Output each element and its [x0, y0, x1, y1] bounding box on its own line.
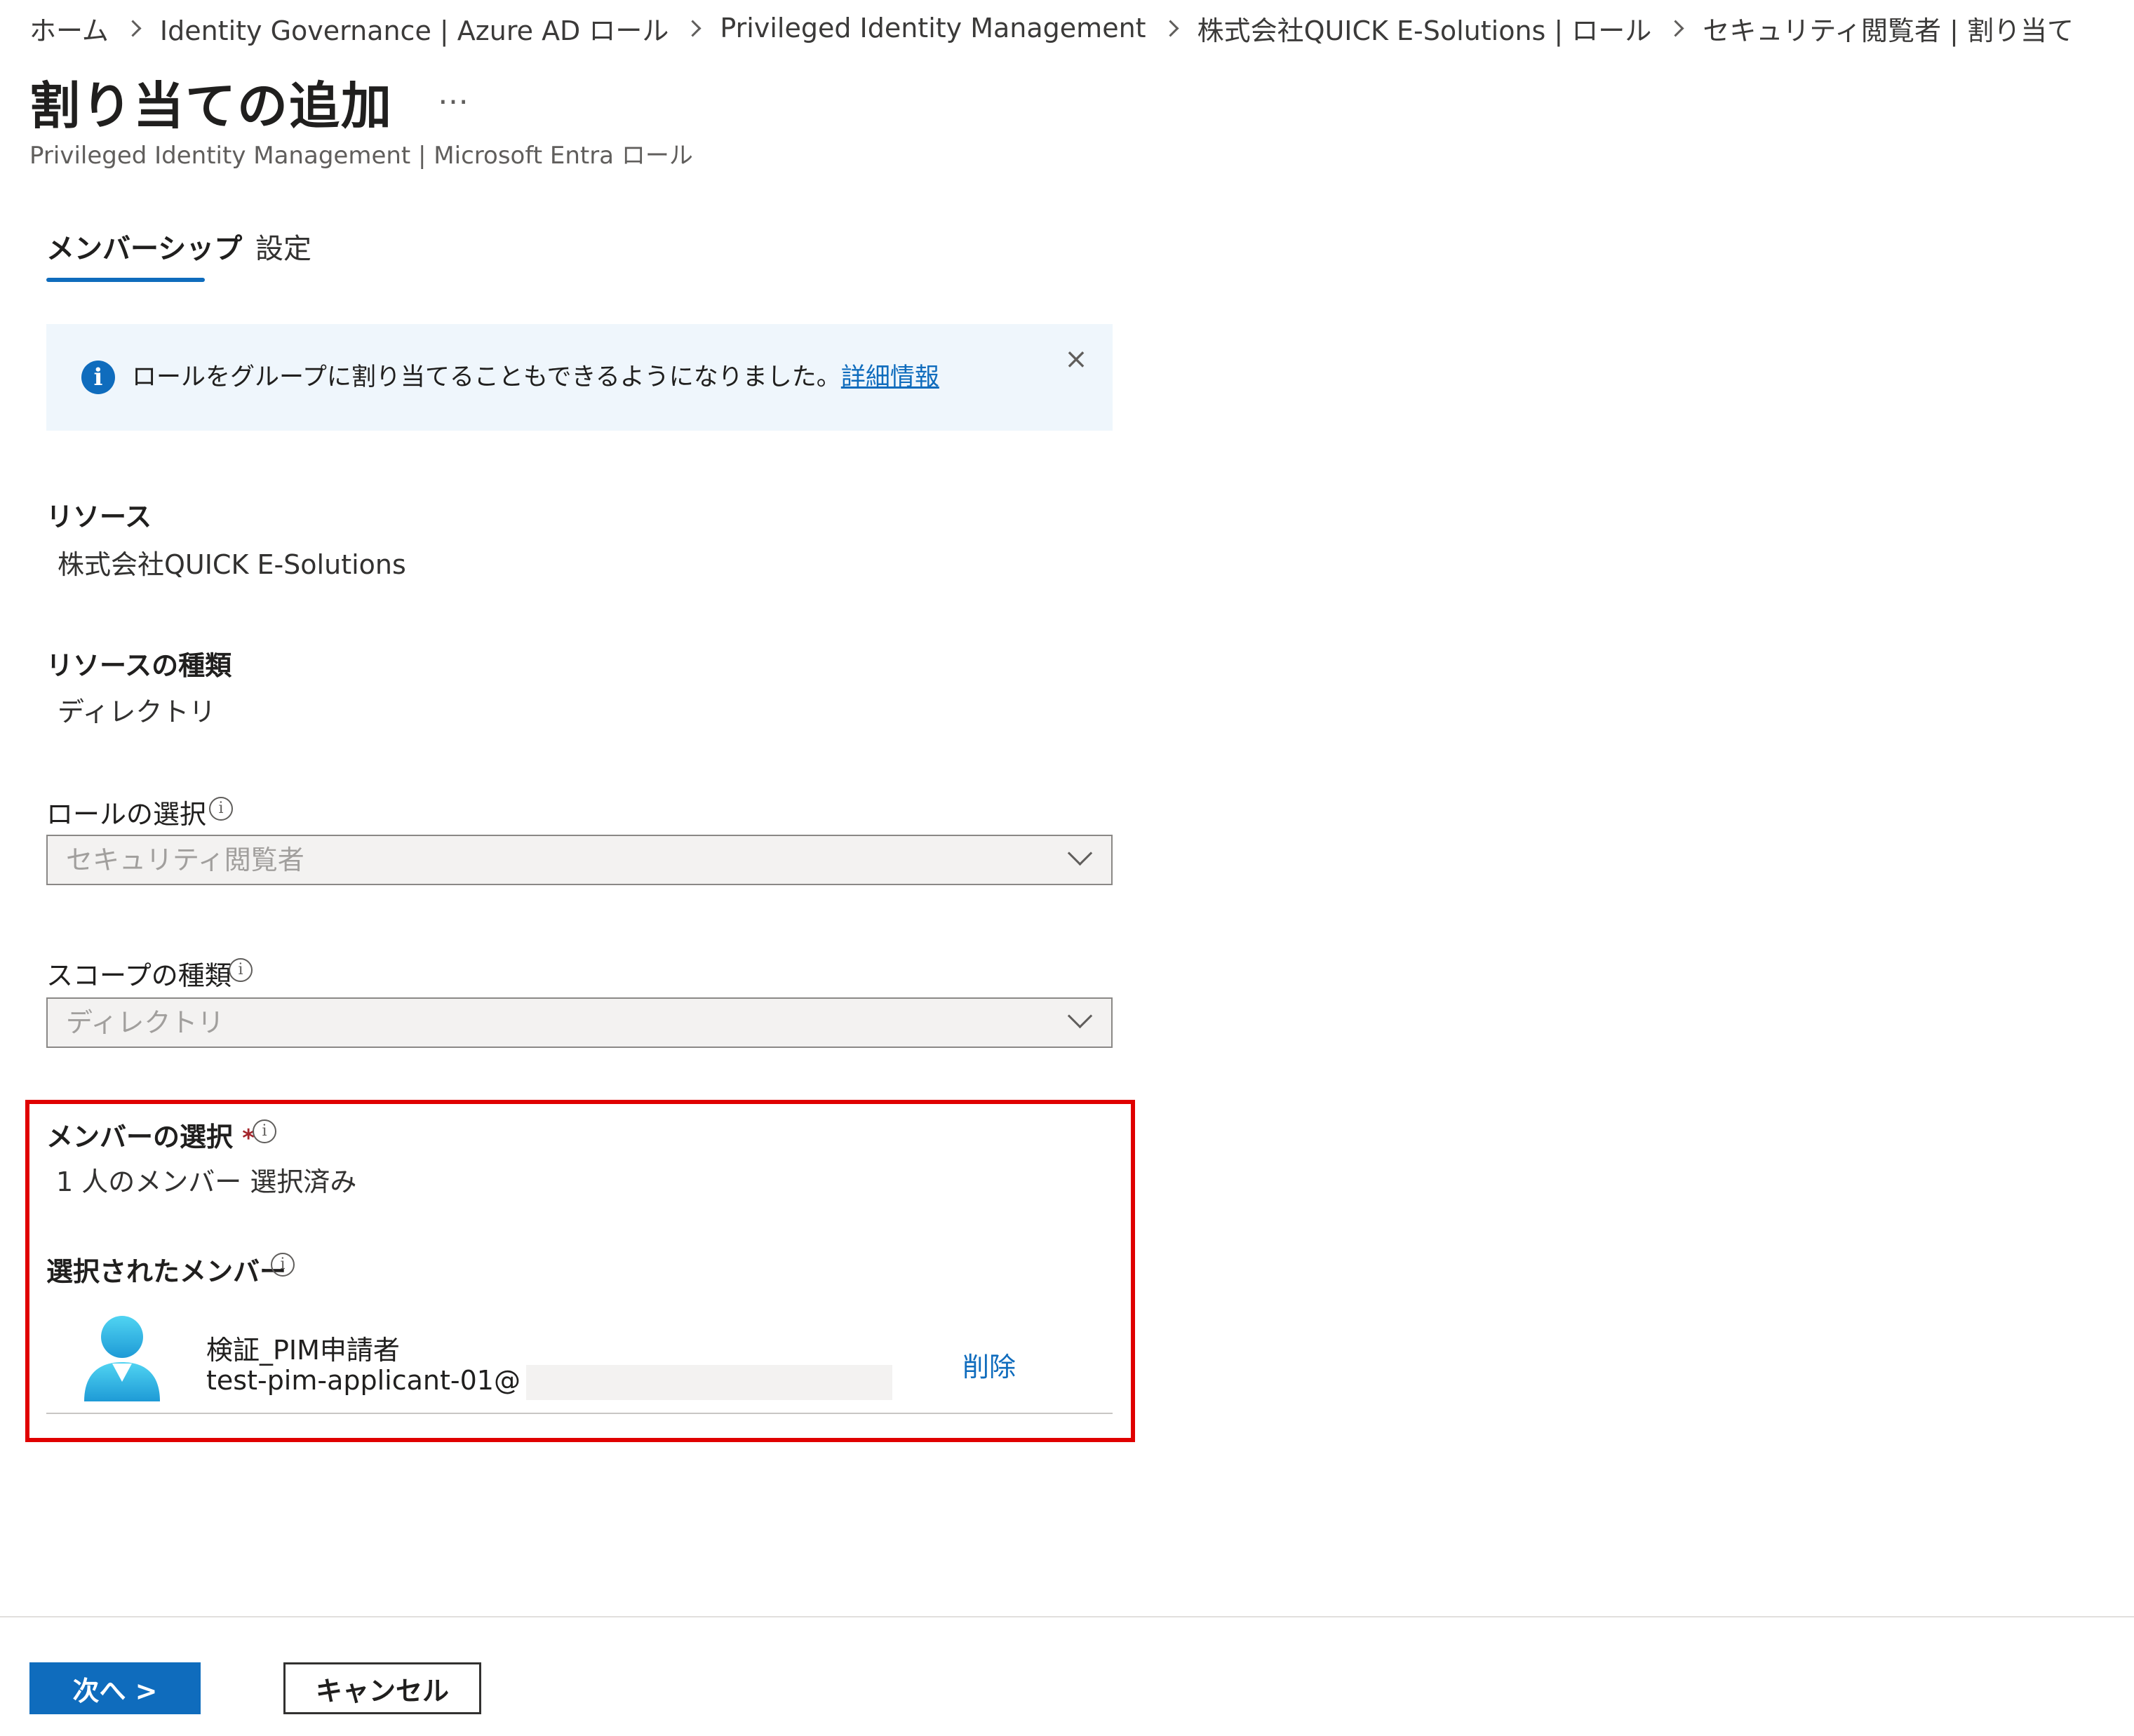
row-divider: [46, 1413, 1113, 1414]
cancel-button[interactable]: キャンセル: [283, 1662, 481, 1714]
scope-type-dropdown[interactable]: ディレクトリ: [46, 997, 1113, 1048]
scope-type-value: ディレクトリ: [66, 1007, 224, 1038]
remove-member-link[interactable]: 削除: [962, 1345, 1016, 1384]
tab-settings[interactable]: 設定: [255, 226, 311, 267]
member-name: 検証_PIM申請者: [206, 1335, 400, 1366]
breadcrumb-pim[interactable]: Privileged Identity Management: [720, 13, 1146, 43]
info-icon[interactable]: i: [253, 1119, 276, 1143]
member-select-label-text: メンバーの選択: [46, 1122, 234, 1152]
more-options-icon[interactable]: …: [438, 76, 470, 112]
breadcrumb: ホーム Identity Governance | Azure AD ロール P…: [29, 6, 2074, 51]
selected-members-label: 選択されたメンバー: [46, 1256, 287, 1287]
chevron-right-icon: [684, 19, 702, 37]
breadcrumb-roles[interactable]: 株式会社QUICK E-Solutions | ロール: [1197, 9, 1652, 48]
chevron-down-icon: [1067, 840, 1093, 866]
tab-membership[interactable]: メンバーシップ: [46, 226, 242, 267]
chevron-right-icon: [124, 19, 142, 37]
breadcrumb-home[interactable]: ホーム: [29, 9, 109, 48]
chevron-down-icon: [1067, 1003, 1093, 1029]
close-icon[interactable]: ×: [1062, 345, 1090, 373]
resource-value: 株式会社QUICK E-Solutions: [58, 549, 406, 580]
role-select-label: ロールの選択: [46, 799, 207, 830]
redacted-email-domain: [526, 1365, 892, 1400]
breadcrumb-assignments[interactable]: セキュリティ閲覧者 | 割り当て: [1703, 9, 2074, 48]
member-select-label: メンバーの選択 *: [46, 1115, 255, 1154]
chevron-right-icon: [1667, 19, 1684, 37]
member-select-link[interactable]: 1 人のメンバー 選択済み: [56, 1160, 356, 1199]
resource-type-label: リソースの種類: [46, 650, 232, 681]
role-select-dropdown[interactable]: セキュリティ閲覧者: [46, 835, 1113, 885]
info-icon: i: [81, 361, 115, 394]
info-icon[interactable]: i: [271, 1253, 295, 1277]
page-subtitle: Privileged Identity Management | Microso…: [29, 142, 693, 170]
banner-learn-more-link[interactable]: 詳細情報: [841, 363, 939, 391]
banner-text: ロールをグループに割り当てることもできるようになりました。: [132, 363, 841, 391]
page-title: 割り当ての追加: [29, 76, 394, 135]
info-icon[interactable]: i: [229, 958, 253, 982]
footer-divider: [0, 1616, 2134, 1617]
tab-active-indicator: [46, 278, 205, 282]
breadcrumb-identity-governance[interactable]: Identity Governance | Azure AD ロール: [160, 9, 669, 48]
next-button[interactable]: 次へ >: [29, 1662, 201, 1714]
resource-type-value: ディレクトリ: [58, 697, 216, 727]
user-avatar-icon: [84, 1316, 160, 1401]
info-icon[interactable]: i: [209, 797, 233, 821]
role-select-value: セキュリティ閲覧者: [66, 845, 304, 875]
banner-message: ロールをグループに割り当てることもできるようになりました。詳細情報: [132, 361, 939, 394]
member-email: test-pim-applicant-01@: [206, 1365, 521, 1396]
chevron-right-icon: [1162, 19, 1179, 37]
resource-label: リソース: [46, 502, 152, 532]
scope-type-label: スコープの種類: [46, 960, 231, 991]
